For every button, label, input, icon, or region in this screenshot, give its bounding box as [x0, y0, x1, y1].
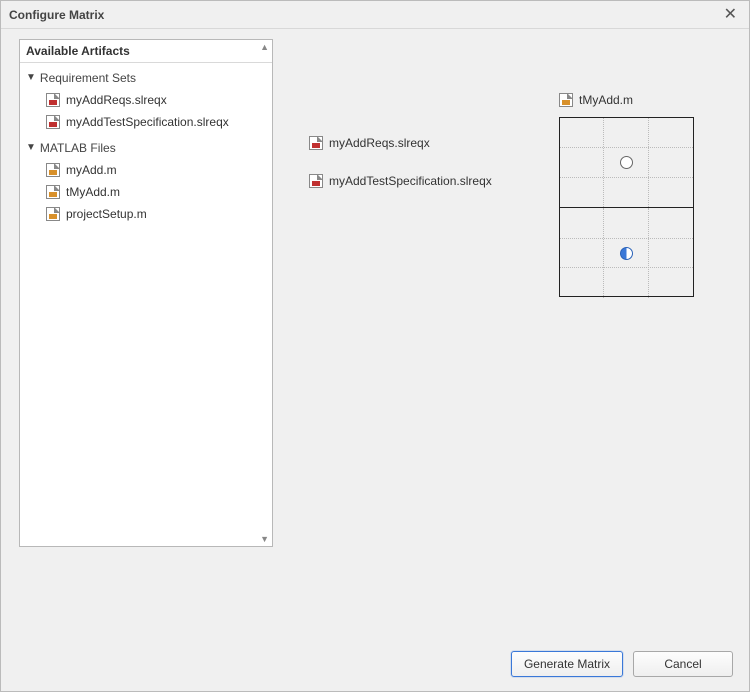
tree-group-matlab-files: ▼ MATLAB Files myAdd.m tMyAdd.m projectS… [20, 135, 272, 227]
panel-header-label: Available Artifacts [26, 44, 130, 58]
chevron-down-icon: ▼ [26, 73, 36, 83]
tree-group-header[interactable]: ▼ Requirement Sets [20, 69, 272, 89]
tree-item[interactable]: projectSetup.m [20, 203, 272, 225]
tree-item[interactable]: myAdd.m [20, 159, 272, 181]
tree-group-label: Requirement Sets [40, 71, 136, 85]
tree-item-label: tMyAdd.m [66, 185, 120, 199]
panel-header: Available Artifacts ▲ [20, 40, 272, 63]
m-file-icon [46, 207, 60, 221]
scroll-up-icon[interactable]: ▲ [260, 42, 269, 52]
m-file-icon [46, 163, 60, 177]
row-header-label: myAddReqs.slreqx [329, 136, 430, 150]
matrix-preview: tMyAdd.m myAddReqs.slreqx myAddTestSpeci… [301, 39, 735, 641]
matrix-cell[interactable] [649, 118, 693, 207]
configure-matrix-dialog: Configure Matrix ✕ Available Artifacts ▲… [0, 0, 750, 692]
m-file-icon [46, 185, 60, 199]
tree-item-label: myAddTestSpecification.slreqx [66, 115, 229, 129]
matrix-grid-row [560, 118, 693, 208]
dialog-title: Configure Matrix [9, 8, 104, 22]
matrix-cell[interactable] [604, 118, 648, 207]
matrix-cell[interactable] [604, 208, 648, 298]
matrix-row-headers: myAddReqs.slreqx myAddTestSpecification.… [309, 133, 492, 209]
scroll-down-icon[interactable]: ▼ [260, 534, 269, 544]
cancel-button[interactable]: Cancel [633, 651, 733, 677]
tree-item[interactable]: myAddTestSpecification.slreqx [20, 111, 272, 133]
slreqx-file-icon [309, 174, 323, 188]
link-half-icon [620, 247, 633, 260]
tree-group-requirement-sets: ▼ Requirement Sets myAddReqs.slreqx myAd… [20, 65, 272, 135]
matrix-row-header[interactable]: myAddReqs.slreqx [309, 133, 492, 153]
tree-item[interactable]: myAddReqs.slreqx [20, 89, 272, 111]
tree-item-label: projectSetup.m [66, 207, 147, 221]
titlebar: Configure Matrix ✕ [1, 1, 749, 29]
generate-matrix-button[interactable]: Generate Matrix [511, 651, 623, 677]
tree-item-label: myAddReqs.slreqx [66, 93, 167, 107]
matrix-grid [559, 117, 694, 297]
link-empty-icon [620, 156, 633, 169]
row-header-label: myAddTestSpecification.slreqx [329, 174, 492, 188]
column-header-label: tMyAdd.m [579, 93, 633, 107]
tree-group-label: MATLAB Files [40, 141, 116, 155]
matrix-grid-row [560, 208, 693, 298]
slreqx-file-icon [46, 93, 60, 107]
dialog-content: Available Artifacts ▲ ▼ Requirement Sets… [1, 29, 749, 641]
matrix-cell[interactable] [649, 208, 693, 298]
available-artifacts-panel: Available Artifacts ▲ ▼ Requirement Sets… [19, 39, 273, 547]
artifact-tree: ▼ Requirement Sets myAddReqs.slreqx myAd… [20, 63, 272, 546]
close-icon[interactable]: ✕ [720, 5, 741, 25]
slreqx-file-icon [309, 136, 323, 150]
matrix-cell[interactable] [560, 118, 604, 207]
m-file-icon [559, 93, 573, 107]
button-bar: Generate Matrix Cancel [1, 641, 749, 691]
matrix-cell[interactable] [560, 208, 604, 298]
chevron-down-icon: ▼ [26, 143, 36, 153]
matrix-row-header[interactable]: myAddTestSpecification.slreqx [309, 171, 492, 191]
tree-item[interactable]: tMyAdd.m [20, 181, 272, 203]
tree-item-label: myAdd.m [66, 163, 117, 177]
tree-group-header[interactable]: ▼ MATLAB Files [20, 139, 272, 159]
matrix-column-header[interactable]: tMyAdd.m [559, 93, 633, 107]
slreqx-file-icon [46, 115, 60, 129]
